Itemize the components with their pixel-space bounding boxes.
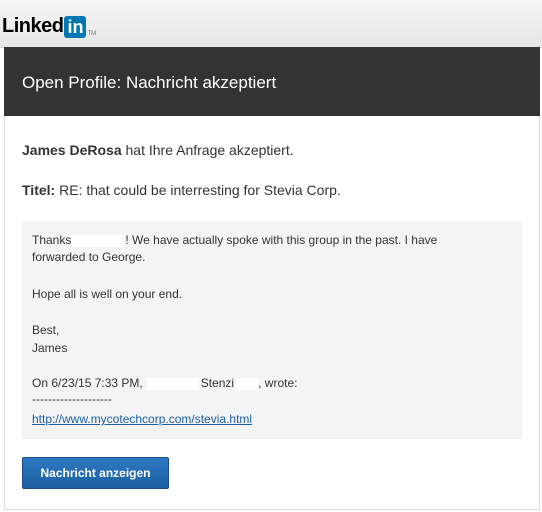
quote-wrote: , wrote:: [258, 376, 298, 390]
message-line-5: James: [32, 341, 68, 355]
acceptance-line: James DeRosa hat Ihre Anfrage akzeptiert…: [22, 142, 294, 158]
quote-date: On 6/23/15 7:33 PM,: [32, 376, 143, 390]
subject-line: Titel: RE: that could be interresting fo…: [22, 182, 341, 198]
message-line-2: forwarded to George.: [32, 250, 146, 264]
header-title: Open Profile: Nachricht akzeptiert: [22, 73, 277, 92]
message-line-4: Best,: [32, 323, 60, 337]
subject-label: Titel:: [22, 182, 56, 198]
top-bar: Linked in TM: [0, 0, 542, 48]
email-header: Open Profile: Nachricht akzeptiert: [4, 47, 540, 116]
message-text-1: ! We have actually spoke with this group…: [125, 233, 438, 247]
subject-value: RE: that could be interresting for Stevi…: [55, 182, 341, 198]
logo-trademark: TM: [87, 31, 97, 37]
quote-name: Stenzi: [200, 376, 235, 390]
view-message-button[interactable]: Nachricht anzeigen: [22, 457, 169, 489]
quote-line: On 6/23/15 7:33 PM, Stenzi , wrote:: [32, 375, 297, 391]
logo-text: Linked: [2, 15, 64, 37]
acceptance-text: hat Ihre Anfrage akzeptiert.: [121, 142, 294, 158]
message-body: Thanks ! We have actually spoke with this…: [22, 221, 522, 439]
stevia-link[interactable]: http://www.mycotechcorp.com/stevia.html: [32, 411, 252, 427]
message-greeting: Thanks: [32, 233, 72, 247]
redacted-name: [71, 234, 126, 247]
logo-in-badge: in: [64, 16, 87, 38]
redacted-name: [236, 377, 259, 390]
message-line-1: Thanks ! We have actually spoke with this…: [32, 232, 437, 248]
redacted-name: [146, 377, 199, 390]
quote-separator: --------------------: [32, 392, 112, 406]
message-line-3: Hope all is well on your end.: [32, 287, 183, 301]
linkedin-logo[interactable]: Linked in TM: [2, 14, 96, 38]
sender-name: James DeRosa: [22, 142, 122, 158]
